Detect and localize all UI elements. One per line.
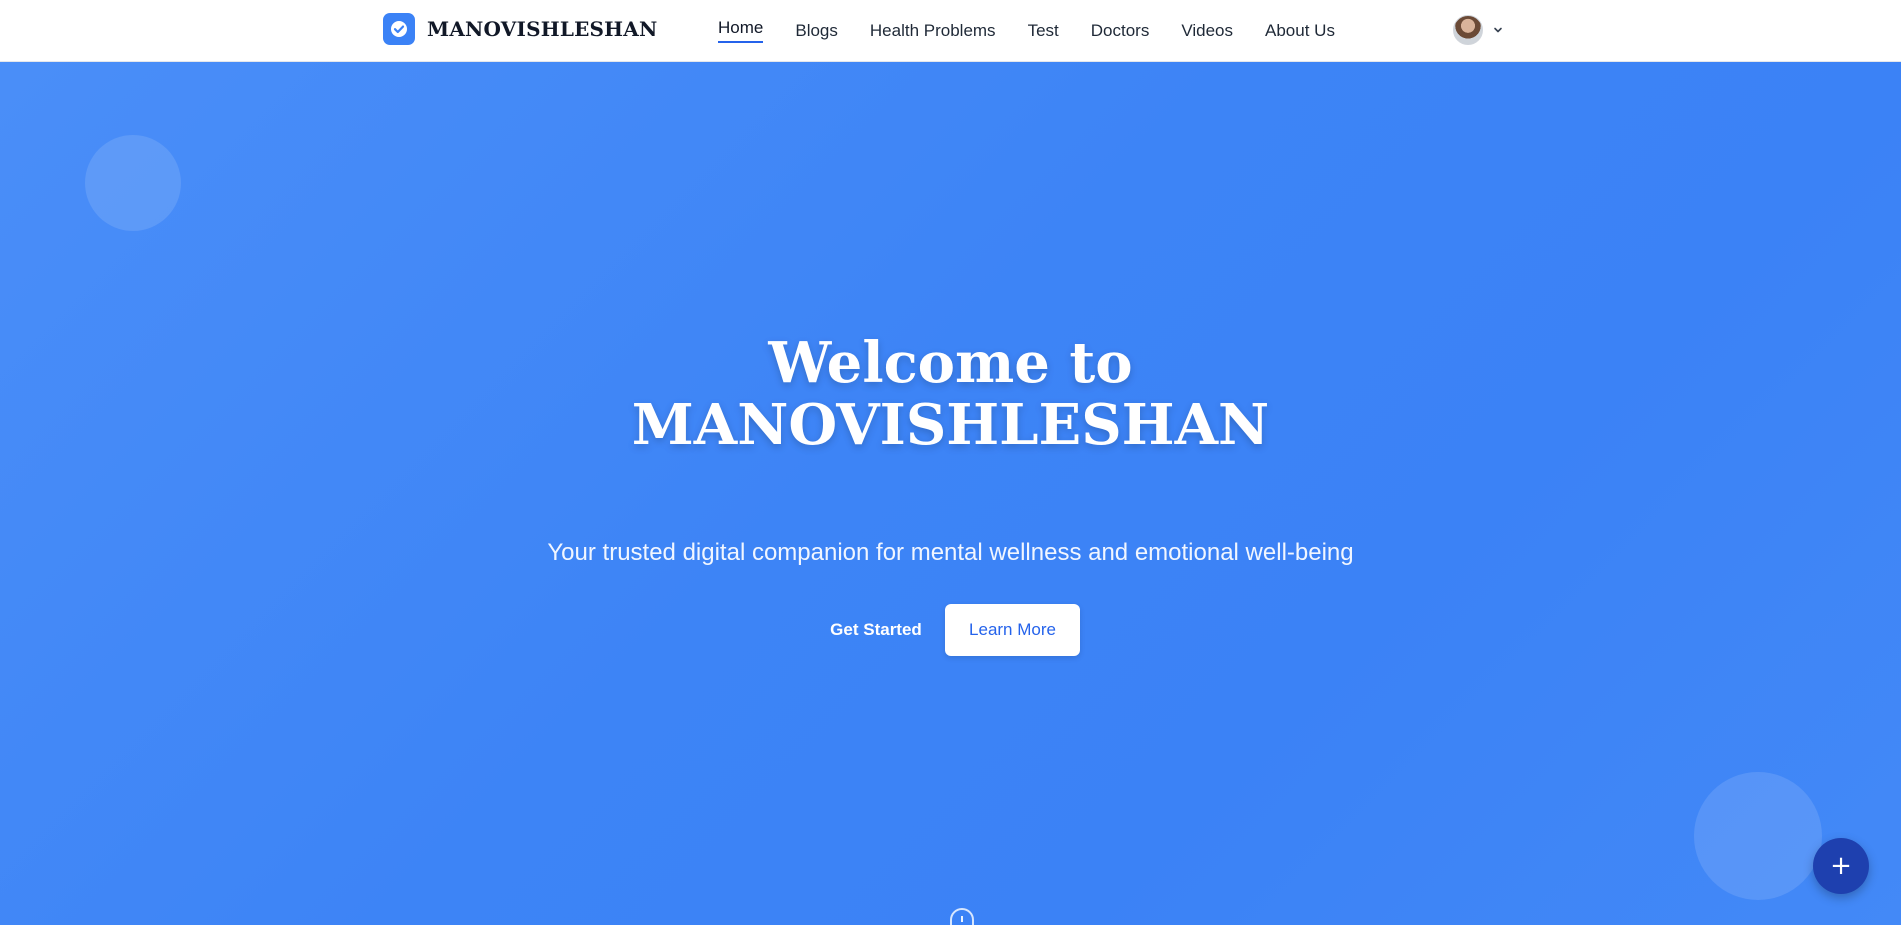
user-menu-toggle[interactable] [1453,14,1504,46]
brand-name: MANOVISHLESHAN [427,17,658,41]
nav-item-doctors[interactable]: Doctors [1091,0,1150,62]
main-nav: Home Blogs Health Problems Test Doctors … [718,0,1367,62]
hero-title: Welcome to MANOVISHLESHAN [0,332,1901,456]
nav-item-label: Health Problems [869,21,996,40]
get-started-button[interactable]: Get Started [821,604,931,656]
nav-item-label: About Us [1265,21,1335,40]
nav-item-blogs[interactable]: Blogs [795,0,838,62]
nav-item-label: Test [1027,21,1059,40]
nav-item-label: Blogs [795,21,838,40]
hero-actions: Get Started Learn More [0,604,1901,656]
check-circle-icon [383,13,415,45]
learn-more-button[interactable]: Learn More [945,604,1080,656]
plus-icon: + [1830,851,1852,881]
decorative-circle [1694,772,1822,900]
scroll-down-indicator[interactable] [950,908,974,925]
nav-item-test[interactable]: Test [1028,0,1059,62]
nav-item-label: Home [718,18,764,37]
hero-subtitle: Your trusted digital companion for menta… [547,539,1354,566]
avatar [1453,15,1483,45]
nav-item-label: Doctors [1090,21,1150,40]
chevron-down-icon [1494,27,1502,33]
floating-add-button[interactable]: + [1813,838,1869,894]
nav-item-home[interactable]: Home [718,0,764,62]
decorative-circle [85,135,181,231]
brand-logo-link[interactable]: MANOVISHLESHAN [383,13,657,45]
nav-item-about-us[interactable]: About Us [1265,0,1335,62]
hero-title-line-2: MANOVISHLESHAN [631,392,1270,458]
top-navigation-bar: MANOVISHLESHAN Home Blogs Health Problem… [0,0,1901,62]
hero-title-line-1: Welcome to [768,330,1133,396]
nav-item-videos[interactable]: Videos [1181,0,1233,62]
nav-item-label: Videos [1181,21,1234,40]
hero-section [0,62,1901,925]
nav-item-health-problems[interactable]: Health Problems [870,0,996,62]
